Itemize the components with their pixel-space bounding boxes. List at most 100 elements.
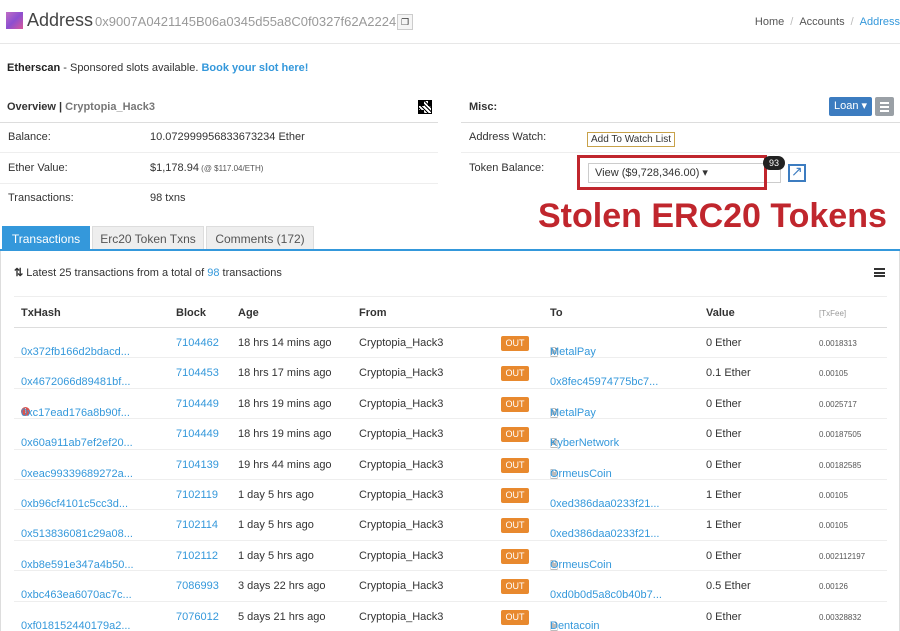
tx-from: Cryptopia_Hack3 — [359, 367, 444, 380]
block-link[interactable]: 7104462 — [176, 337, 219, 349]
account-name: Cryptopia_Hack3 — [65, 101, 155, 113]
table-header: TxHash Block Age From To Value [TxFee] — [14, 296, 887, 328]
breadcrumb-home[interactable]: Home — [755, 16, 784, 28]
tx-value: 1 Ether — [706, 489, 742, 501]
breadcrumb: Home / Accounts / Address — [754, 16, 900, 28]
tx-from: Cryptopia_Hack3 — [359, 519, 444, 532]
block-link[interactable]: 7104453 — [176, 367, 219, 379]
balance-row: Balance: 10.072999956833673234 Ether — [0, 122, 438, 153]
table-row: 0x513836081c29a08... 7102114 1 day 5 hrs a… — [14, 510, 887, 541]
block-link[interactable]: 7102114 — [176, 519, 218, 531]
highlight-box — [577, 155, 767, 190]
site-logo-icon — [6, 12, 23, 29]
table-row: 0xeac99339689272a... 7104139 19 hrs 44 min… — [14, 450, 887, 481]
tx-from: Cryptopia_Hack3 — [359, 610, 444, 623]
table-row: 0xb8e591e347a4b50... 7102112 1 day 5 hrs a… — [14, 541, 887, 572]
block-link[interactable]: 7076012 — [176, 611, 219, 623]
tab-erc20-token-txns[interactable]: Erc20 Token Txns — [92, 226, 204, 250]
tx-age: 1 day 5 hrs ago — [238, 549, 314, 562]
tx-fee: 0.00105 — [819, 521, 848, 531]
transactions-row: Transactions: 98 txns — [8, 192, 186, 204]
direction-badge: OUT — [501, 609, 529, 625]
direction-badge: OUT — [501, 548, 529, 564]
block-link[interactable]: 7102119 — [176, 489, 218, 501]
tx-value: 1 Ether — [706, 519, 742, 532]
table-row: 0x60a911ab7ef2ef20... 7104449 18 hrs 19 mi… — [14, 419, 887, 450]
list-menu-icon[interactable] — [874, 268, 885, 277]
breadcrumb-address: Address — [859, 16, 900, 28]
tx-value: 0 Ether — [706, 397, 742, 410]
ether-value: $1,178.94 — [150, 162, 199, 174]
tx-value: 0 Ether — [706, 337, 742, 349]
address-watch-row: Address Watch: — [461, 122, 900, 153]
qr-code-icon[interactable] — [418, 100, 432, 114]
tx-fee: 0.00187505 — [819, 430, 862, 440]
block-link[interactable]: 7104449 — [176, 428, 219, 440]
block-link[interactable]: 7104449 — [176, 398, 219, 410]
table-row: ! 0xc17ead176a8b90f... 7104449 18 hrs 19 mi… — [14, 389, 887, 420]
tab-comments[interactable]: Comments (172) — [206, 226, 314, 250]
table-row: 0xb96cf4101c5cc3d... 7102119 1 day 5 hrs a… — [14, 480, 887, 511]
page-header: Address 0x9007A0421145B06a0345d55a8C0f03… — [0, 0, 900, 44]
tx-age: 19 hrs 44 mins ago — [238, 458, 332, 471]
table-row: 0xf018152440179a2... 7076012 5 days 21 hrs… — [14, 602, 887, 631]
tx-value: 0 Ether — [706, 428, 742, 441]
tx-age: 1 day 5 hrs ago — [238, 489, 314, 501]
transactions-count: 98 txns — [150, 192, 186, 204]
breadcrumb-accounts[interactable]: Accounts — [799, 16, 844, 28]
transactions-summary: ⇅ Latest 25 transactions from a total of … — [14, 267, 282, 279]
direction-badge: OUT — [501, 488, 529, 503]
overview-heading: Overview | Cryptopia_Hack3 — [7, 101, 155, 113]
direction-badge: OUT — [501, 336, 529, 351]
page-title: Address — [27, 10, 94, 30]
direction-badge: OUT — [501, 518, 529, 534]
tx-value: 0 Ether — [706, 549, 742, 562]
block-link[interactable]: 7104139 — [176, 459, 219, 471]
sponsor-notice: Etherscan - Sponsored slots available. B… — [7, 62, 308, 74]
address-hash: 0x9007A0421145B06a0345d55a8C0f0327f62A22… — [95, 14, 397, 29]
ether-value-row: Ether Value: $1,178.94 (@ $117.04/ETH) — [0, 153, 438, 184]
table-row: 0xbc463ea6070ac7c... 7086993 3 days 22 hrs… — [14, 571, 887, 602]
direction-badge: OUT — [501, 579, 529, 595]
table-row: 0x372fb166d2bdacd... 7104462 18 hrs 14 min… — [14, 328, 887, 359]
annotation-label: Stolen ERC20 Tokens — [538, 197, 887, 235]
direction-badge: OUT — [501, 366, 529, 382]
tx-age: 18 hrs 19 mins ago — [238, 397, 332, 410]
tx-from: Cryptopia_Hack3 — [359, 397, 444, 410]
tx-value: 0.1 Ether — [706, 367, 751, 380]
tx-fee: 0.00328832 — [819, 612, 862, 622]
tx-from: Cryptopia_Hack3 — [359, 489, 444, 501]
tx-age: 18 hrs 14 mins ago — [238, 337, 332, 349]
loan-button[interactable]: Loan ▾ — [829, 97, 872, 116]
sort-icon: ⇅ — [14, 267, 24, 279]
tx-from: Cryptopia_Hack3 — [359, 458, 444, 471]
tx-from: Cryptopia_Hack3 — [359, 428, 444, 441]
tx-value: 0 Ether — [706, 610, 742, 623]
tx-value: 0 Ether — [706, 458, 742, 471]
block-link[interactable]: 7102112 — [176, 550, 218, 562]
token-count-badge: 93 — [763, 156, 785, 170]
tx-fee: 0.0025717 — [819, 399, 857, 409]
balance-value: 10.072999956833673234 Ether — [150, 131, 305, 143]
add-to-watch-list-button[interactable]: Add To Watch List — [587, 132, 676, 147]
block-link[interactable]: 7086993 — [176, 580, 219, 592]
tab-transactions[interactable]: Transactions — [2, 226, 90, 250]
tx-fee: 0.00105 — [819, 369, 848, 379]
menu-icon[interactable] — [875, 97, 894, 116]
tx-fee: 0.00105 — [819, 491, 848, 500]
tx-fee: 0.00182585 — [819, 460, 862, 470]
copy-icon[interactable]: ❐ — [397, 14, 413, 30]
tx-age: 18 hrs 17 mins ago — [238, 367, 332, 380]
tx-age: 18 hrs 19 mins ago — [238, 428, 332, 441]
total-transactions-link[interactable]: 98 — [207, 267, 219, 279]
tx-from: Cryptopia_Hack3 — [359, 580, 444, 593]
tx-age: 1 day 5 hrs ago — [238, 519, 314, 532]
sponsor-link[interactable]: Book your slot here! — [201, 62, 308, 74]
tx-fee: 0.00126 — [819, 582, 848, 592]
tx-from: Cryptopia_Hack3 — [359, 337, 444, 349]
tx-fee: 0.002112197 — [819, 551, 866, 561]
tx-value: 0.5 Ether — [706, 580, 751, 593]
sponsor-text: - Sponsored slots available. — [60, 62, 202, 74]
expand-icon[interactable] — [788, 163, 806, 182]
table-row: 0x4672066d89481bf... 7104453 18 hrs 17 min… — [14, 358, 887, 389]
